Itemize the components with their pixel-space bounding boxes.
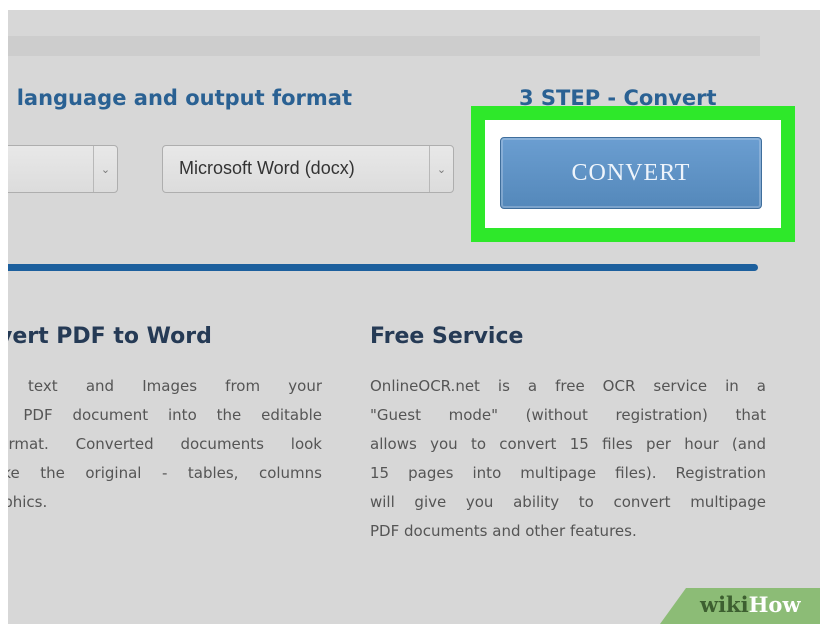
description-line: format. Converted documents look — [8, 435, 322, 453]
convert-pdf-title: vert PDF to Word — [8, 324, 212, 349]
wikihow-watermark: wikiHow — [660, 588, 820, 624]
language-select[interactable]: ⌄ — [8, 145, 118, 193]
description-line: d PDF document into the editable — [8, 406, 322, 424]
step2-heading: : language and output format — [8, 86, 352, 110]
description-line: 15 pages into multipage files). Registra… — [370, 464, 766, 482]
chevron-down-icon[interactable]: ⌄ — [93, 146, 117, 192]
watermark-how: How — [748, 592, 801, 617]
free-service-description: OnlineOCR.net is a free OCR service in a… — [370, 372, 766, 546]
output-format-select-value: Microsoft Word (docx) — [179, 158, 355, 178]
progress-track — [8, 36, 760, 56]
convert-button[interactable]: CONVERT — [500, 137, 762, 209]
convert-pdf-description: t text and Images from your d PDF docume… — [8, 372, 322, 517]
description-line: PDF documents and other features. — [370, 522, 637, 540]
section-divider — [8, 264, 758, 271]
description-line: will give you ability to convert multipa… — [370, 493, 766, 511]
output-format-select[interactable]: Microsoft Word (docx) ⌄ — [162, 145, 454, 193]
page-canvas: : language and output format 3 STEP - Co… — [8, 10, 820, 624]
description-line: allows you to convert 15 files per hour … — [370, 435, 766, 453]
free-service-title: Free Service — [370, 324, 524, 349]
description-line: aphics. — [8, 493, 48, 511]
description-line: t text and Images from your — [8, 377, 322, 395]
description-line: "Guest mode" (without registration) that — [370, 406, 766, 424]
description-line: OnlineOCR.net is a free OCR service in a — [370, 377, 766, 395]
chevron-down-icon[interactable]: ⌄ — [429, 146, 453, 192]
description-line: like the original - tables, columns — [8, 464, 322, 482]
watermark-wiki: wiki — [700, 592, 749, 617]
